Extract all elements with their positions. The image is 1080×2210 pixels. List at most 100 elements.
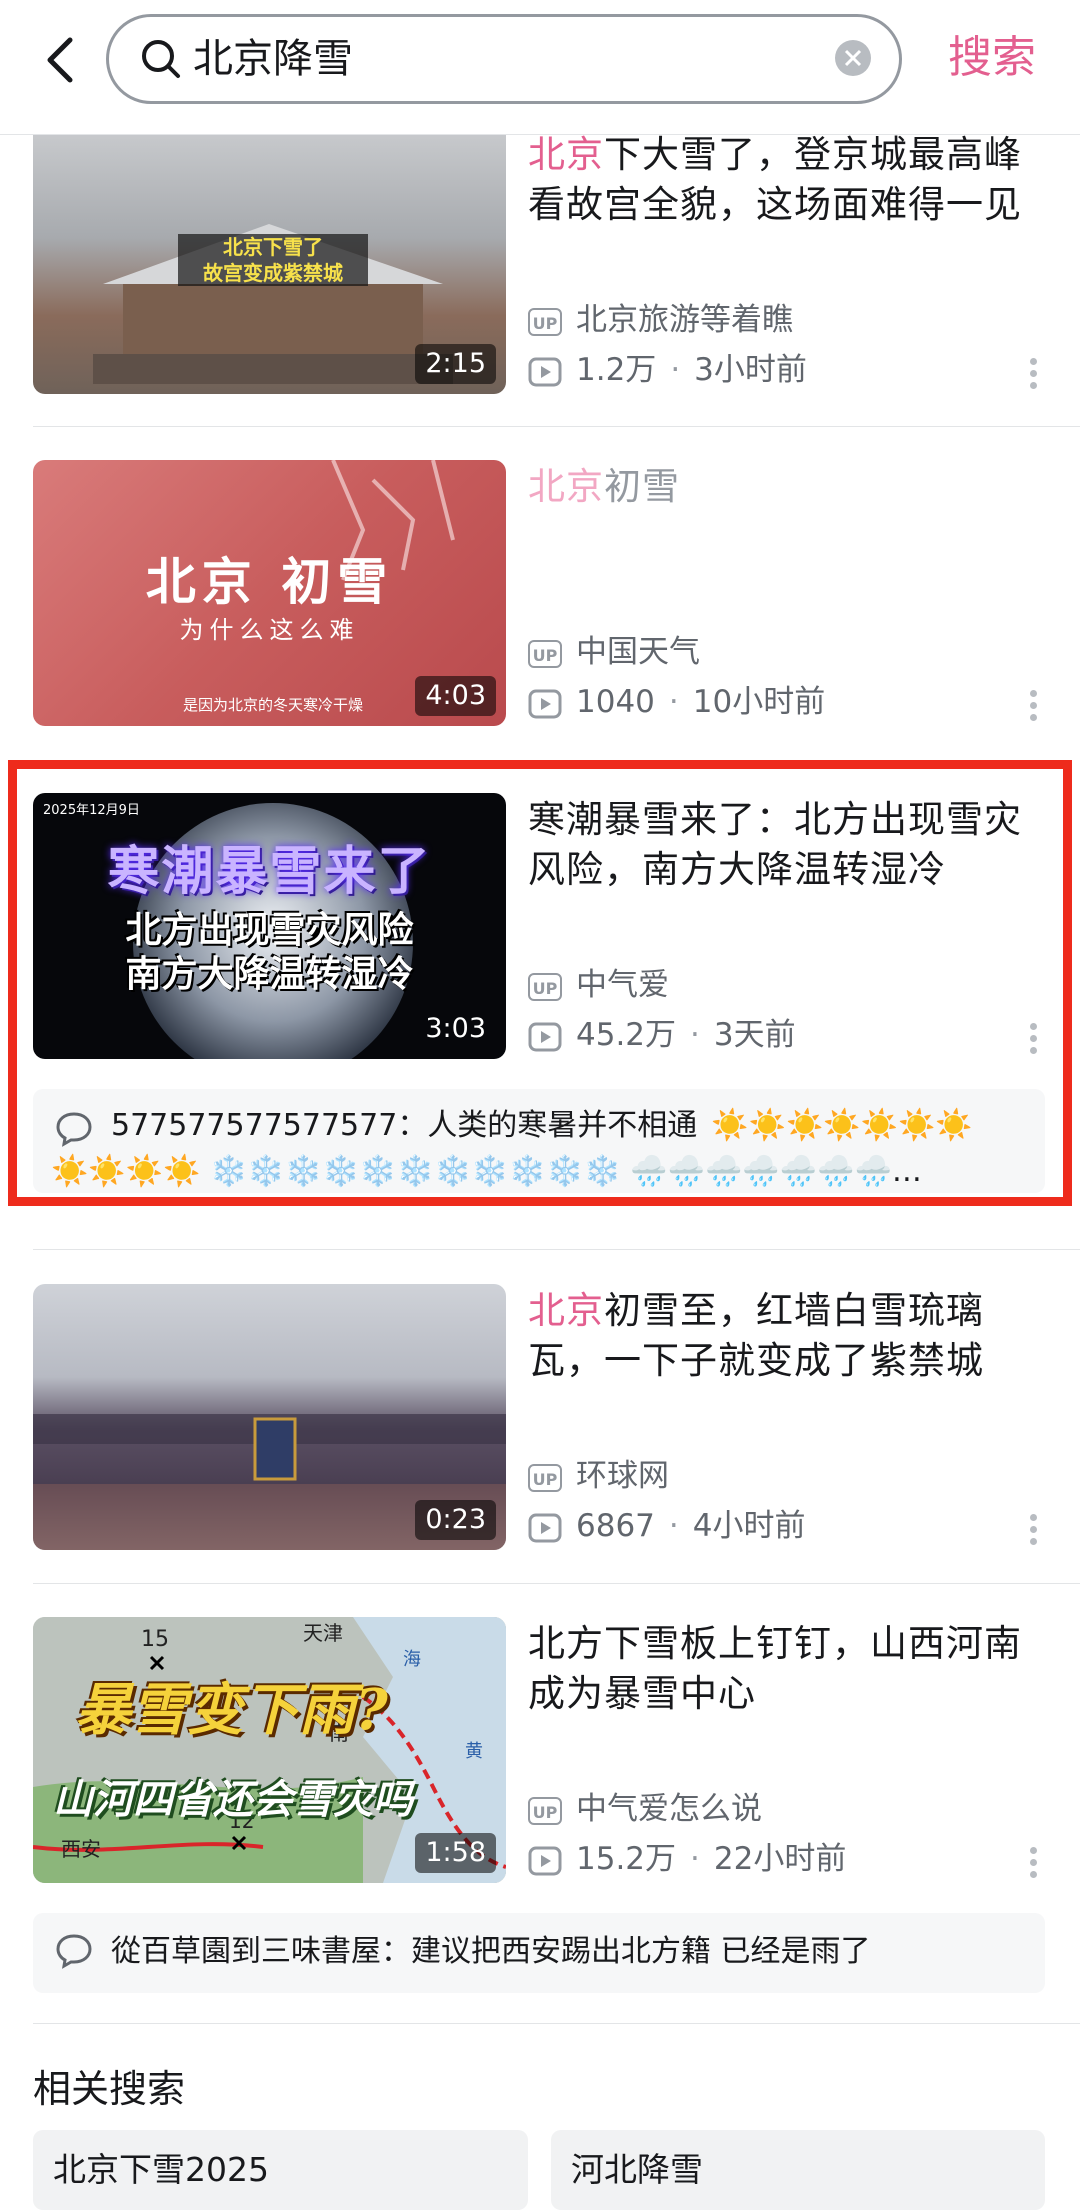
- related-search-chip[interactable]: 河北降雪: [551, 2130, 1045, 2210]
- search-query[interactable]: 北京降雪: [193, 27, 353, 91]
- video-thumbnail[interactable]: 北京 初雪 为什么这么难 是因为北京的冬天寒冷干燥 4:03: [33, 460, 506, 726]
- view-count: 1.2万: [576, 352, 657, 388]
- map-label: 西安: [61, 1837, 101, 1861]
- publish-time: 22小时前: [713, 1841, 847, 1877]
- publish-time: 3天前: [713, 1017, 796, 1053]
- title-text: 北方下雪板上钉钉，山西河南成为暴雪中心: [528, 1622, 1022, 1715]
- comment-user: 577577577577577: [111, 1108, 398, 1143]
- stats-row: 45.2万 · 3天前: [528, 1015, 796, 1055]
- stats-row: 15.2万 · 22小时前: [528, 1839, 846, 1879]
- result-item[interactable]: 2025年12月9日 寒潮暴雪来了 北方出现雪灾风险 南方大降温转湿冷 3:03…: [0, 793, 1080, 1193]
- video-duration: 1:58: [415, 1833, 496, 1873]
- map-label: 15: [141, 1627, 169, 1652]
- back-arrow-icon[interactable]: [38, 30, 86, 90]
- video-thumbnail[interactable]: 北京下雪了 故宫变成紫禁城 2:15: [33, 134, 506, 394]
- clear-icon[interactable]: [835, 40, 871, 76]
- result-item[interactable]: 15 天津 12 西安 南 海 黄 暴雪变下雨? 山河四省还会雪灾吗 1:58 …: [0, 1617, 1080, 2037]
- thumb-caption: 北京 初雪: [145, 552, 394, 611]
- search-header: 北京降雪 搜索: [0, 0, 1080, 135]
- title-keyword: 北京: [528, 1289, 604, 1332]
- related-searches-title: 相关搜索: [33, 2067, 186, 2111]
- uploader-row[interactable]: UP 中国天气: [528, 632, 700, 672]
- comment-icon: [55, 1933, 93, 1969]
- title-keyword: 北京: [528, 465, 604, 508]
- search-icon: [139, 37, 183, 81]
- top-comment[interactable]: 577577577577577：人类的寒暑并不相通 ☀️☀️☀️☀️☀️☀️☀️ …: [33, 1089, 1045, 1193]
- divider: [33, 1249, 1080, 1250]
- publish-time: 3小时前: [694, 352, 807, 388]
- title-text: 寒潮暴雪来了：北方出现雪灾风险，南方大降温转湿冷: [528, 798, 1022, 891]
- thumb-caption: 山河四省还会雪灾吗: [53, 1776, 413, 1823]
- uploader-row[interactable]: UP 北京旅游等着瞧: [528, 300, 793, 340]
- uploader-name: 中国天气: [576, 634, 700, 670]
- up-icon: UP: [528, 972, 562, 1001]
- result-item[interactable]: 北京下雪了 故宫变成紫禁城 2:15 北京下大雪了，登京城最高峰看故宫全貌，这场…: [0, 133, 1080, 424]
- uploader-name: 环球网: [576, 1458, 669, 1494]
- video-duration: 2:15: [415, 344, 496, 384]
- video-title[interactable]: 北方下雪板上钉钉，山西河南成为暴雪中心: [528, 1619, 1048, 1719]
- title-text: 初雪: [604, 465, 680, 508]
- search-input[interactable]: 北京降雪: [106, 14, 902, 104]
- result-item[interactable]: 北京 初雪 为什么这么难 是因为北京的冬天寒冷干燥 4:03 北京初雪 UP 中国…: [0, 460, 1080, 730]
- play-count-icon: [528, 357, 562, 387]
- thumb-caption: 为什么这么难: [179, 616, 360, 644]
- uploader-name: 中气爱: [576, 967, 669, 1003]
- map-label: 海: [403, 1649, 421, 1670]
- play-count-icon: [528, 1846, 562, 1876]
- top-comment[interactable]: 從百草園到三味書屋：建议把西安踢出北方籍 已经是雨了: [33, 1913, 1045, 1993]
- video-title[interactable]: 北京初雪: [528, 462, 1048, 512]
- search-button[interactable]: 搜索: [948, 28, 1036, 88]
- view-count: 1040: [576, 684, 655, 720]
- related-search-chip[interactable]: 北京下雪2025: [33, 2130, 528, 2210]
- result-item[interactable]: 0:23 北京初雪至，红墙白雪琉璃瓦，一下子就变成了紫禁城 UP 环球网 6867…: [0, 1284, 1080, 1554]
- thumb-caption: 寒潮暴雪来了: [107, 842, 432, 902]
- more-icon[interactable]: [1030, 1847, 1038, 1887]
- play-count-icon: [528, 1513, 562, 1543]
- more-icon[interactable]: [1030, 690, 1038, 730]
- thumb-caption: 暴雪变下雨?: [75, 1677, 388, 1743]
- up-icon: UP: [528, 1796, 562, 1825]
- map-label: 天津: [303, 1621, 343, 1645]
- up-icon: UP: [528, 639, 562, 668]
- uploader-row[interactable]: UP 中气爱怎么说: [528, 1789, 762, 1829]
- video-thumbnail[interactable]: 15 天津 12 西安 南 海 黄 暴雪变下雨? 山河四省还会雪灾吗 1:58: [33, 1617, 506, 1883]
- divider: [33, 2023, 1080, 2024]
- stats-row: 1040 · 10小时前: [528, 682, 825, 722]
- comment-emojis: ☀️☀️☀️☀️ ❄️❄️❄️❄️❄️❄️❄️❄️❄️❄️❄️ 🌧️🌧️🌧️🌧️…: [51, 1154, 922, 1189]
- more-icon[interactable]: [1030, 1023, 1038, 1063]
- video-duration: 3:03: [425, 1013, 486, 1044]
- uploader-row[interactable]: UP 环球网: [528, 1456, 669, 1496]
- video-thumbnail[interactable]: 2025年12月9日 寒潮暴雪来了 北方出现雪灾风险 南方大降温转湿冷 3:03: [33, 793, 506, 1059]
- view-count: 6867: [576, 1508, 655, 1544]
- stats-row: 1.2万 · 3小时前: [528, 350, 807, 390]
- uploader-row[interactable]: UP 中气爱: [528, 965, 669, 1005]
- thumb-caption: 南方大降温转湿冷: [125, 954, 414, 995]
- publish-time: 4小时前: [692, 1508, 806, 1544]
- uploader-name: 北京旅游等着瞧: [576, 302, 793, 338]
- play-count-icon: [528, 1022, 562, 1052]
- map-label: 黄: [465, 1741, 483, 1762]
- comment-emojis: ☀️☀️☀️☀️☀️☀️☀️: [711, 1108, 973, 1143]
- video-title[interactable]: 北京初雪至，红墙白雪琉璃瓦，一下子就变成了紫禁城: [528, 1286, 1048, 1386]
- video-title[interactable]: 寒潮暴雪来了：北方出现雪灾风险，南方大降温转湿冷: [528, 795, 1048, 895]
- divider: [33, 426, 1080, 427]
- stats-row: 6867 · 4小时前: [528, 1506, 806, 1546]
- thumb-caption: 故宫变成紫禁城: [203, 261, 343, 285]
- video-title[interactable]: 北京下大雪了，登京城最高峰看故宫全貌，这场面难得一见: [528, 130, 1048, 230]
- more-icon[interactable]: [1030, 1514, 1038, 1554]
- comment-text: 人类的寒暑并不相通: [427, 1108, 698, 1143]
- divider: [33, 1583, 1080, 1584]
- title-keyword: 北京: [528, 133, 604, 176]
- thumb-caption: 北京下雪了: [223, 235, 323, 259]
- publish-time: 10小时前: [692, 684, 826, 720]
- up-icon: UP: [528, 307, 562, 336]
- play-count-icon: [528, 689, 562, 719]
- video-thumbnail[interactable]: 0:23: [33, 1284, 506, 1550]
- thumb-date: 2025年12月9日: [43, 803, 140, 818]
- uploader-name: 中气爱怎么说: [576, 1791, 762, 1827]
- comment-icon: [55, 1111, 93, 1147]
- video-duration: 0:23: [415, 1500, 496, 1540]
- view-count: 45.2万: [576, 1017, 677, 1053]
- thumb-caption: 是因为北京的冬天寒冷干燥: [183, 696, 364, 714]
- more-icon[interactable]: [1030, 358, 1038, 398]
